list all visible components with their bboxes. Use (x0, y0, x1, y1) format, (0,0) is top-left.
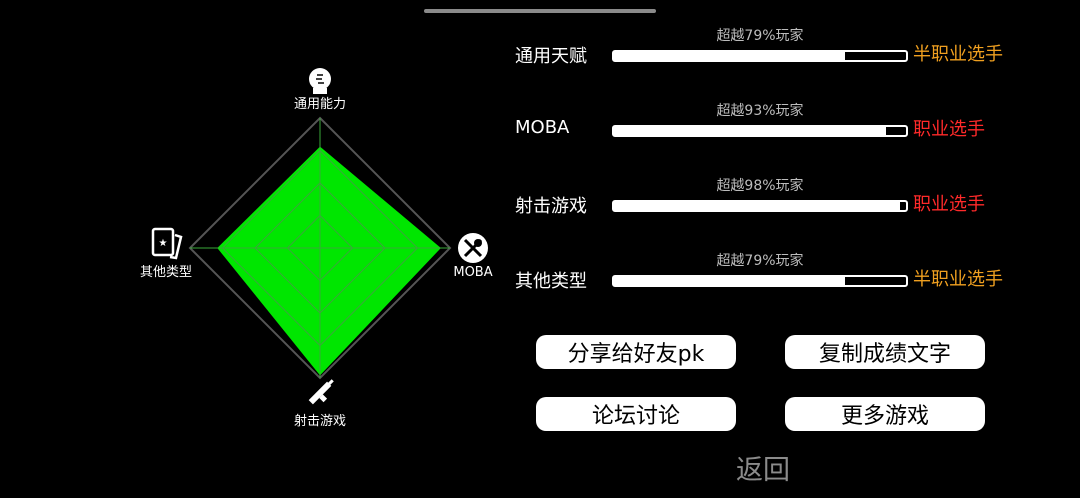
stat-name: 其他类型 (515, 271, 587, 292)
stat-rank: 半职业选手 (913, 269, 1003, 290)
copy-result-button[interactable]: 复制成绩文字 (785, 335, 985, 369)
axis-label-moba: MOBA (453, 265, 492, 280)
stat-progress-bar (612, 50, 908, 62)
forum-button[interactable]: 论坛讨论 (536, 397, 736, 431)
axis-label-general: 通用能力 (294, 97, 346, 112)
head-icon (309, 68, 331, 94)
card-icon: ★ (151, 227, 183, 260)
stat-percent-text: 超越79%玩家 (716, 253, 804, 269)
back-button[interactable]: 返回 (730, 448, 796, 487)
axis-label-other: 其他类型 (140, 265, 192, 280)
stat-percent-text: 超越93%玩家 (716, 103, 804, 119)
stat-name: 射击游戏 (515, 196, 587, 217)
stat-name: MOBA (515, 117, 570, 138)
stat-rank: 职业选手 (913, 119, 985, 140)
stat-progress-fill (614, 127, 886, 135)
stat-progress-bar (612, 275, 908, 287)
rifle-icon (308, 379, 334, 405)
drag-handle[interactable] (424, 9, 656, 13)
crossed-sword-icon (458, 233, 488, 263)
svg-text:★: ★ (159, 238, 168, 249)
stat-progress-fill (614, 52, 845, 60)
radar-value-shape (217, 146, 441, 376)
stat-percent-text: 超越98%玩家 (716, 178, 804, 194)
stat-rank: 职业选手 (913, 194, 985, 215)
radar-chart: 通用能力 MOBA 射击游戏 ★ 其他类型 (140, 68, 493, 429)
stat-progress-fill (614, 202, 901, 210)
stat-percent-text: 超越79%玩家 (716, 28, 804, 44)
stat-rank: 半职业选手 (913, 44, 1003, 65)
axis-label-shooter: 射击游戏 (294, 413, 346, 429)
share-button[interactable]: 分享给好友pk (536, 335, 736, 369)
stat-progress-fill (614, 277, 845, 285)
stat-progress-bar (612, 125, 908, 137)
stat-name: 通用天赋 (515, 46, 587, 67)
stat-progress-bar (612, 200, 908, 212)
more-games-button[interactable]: 更多游戏 (785, 397, 985, 431)
